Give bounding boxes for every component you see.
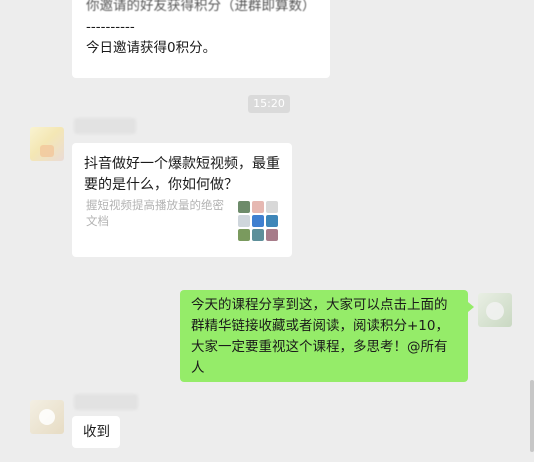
message-text: 今天的课程分享到这，大家可以点击上面的群精华链接收藏或者阅读，阅读积分+10，大… bbox=[191, 297, 449, 376]
message-bubble[interactable]: 你邀请的好友获得积分（进群即算数） ---------- 今日邀请获得0积分。 bbox=[72, 0, 330, 78]
scrollbar[interactable] bbox=[530, 380, 534, 452]
link-card-description: 握短视频提高播放量的绝密文档 bbox=[86, 198, 224, 228]
message-text: 今日邀请获得0积分。 bbox=[86, 40, 217, 56]
link-card[interactable]: 抖音做好一个爆款短视频，最重要的是什么，你如何做？ 握短视频提高播放量的绝密文档 bbox=[72, 143, 292, 257]
timestamp: 15:20 bbox=[248, 95, 290, 113]
chat-area: 你邀请的好友获得积分（进群即算数） ---------- 今日邀请获得0积分。 … bbox=[0, 0, 534, 462]
avatar[interactable] bbox=[30, 127, 64, 161]
avatar[interactable] bbox=[30, 400, 64, 434]
link-card-thumbnail bbox=[238, 201, 278, 245]
link-card-title: 抖音做好一个爆款短视频，最重要的是什么，你如何做？ bbox=[84, 156, 280, 193]
message-text-cut: 你邀请的好友获得积分（进群即算数） bbox=[86, 0, 316, 14]
message-bubble[interactable]: 收到 bbox=[72, 416, 120, 448]
message-separator: ---------- bbox=[86, 19, 135, 35]
my-message-bubble[interactable]: 今天的课程分享到这，大家可以点击上面的群精华链接收藏或者阅读，阅读积分+10，大… bbox=[180, 290, 474, 382]
message-text: 收到 bbox=[83, 424, 110, 440]
sender-name bbox=[74, 118, 136, 134]
sender-name bbox=[74, 394, 138, 410]
my-avatar[interactable] bbox=[478, 293, 512, 327]
